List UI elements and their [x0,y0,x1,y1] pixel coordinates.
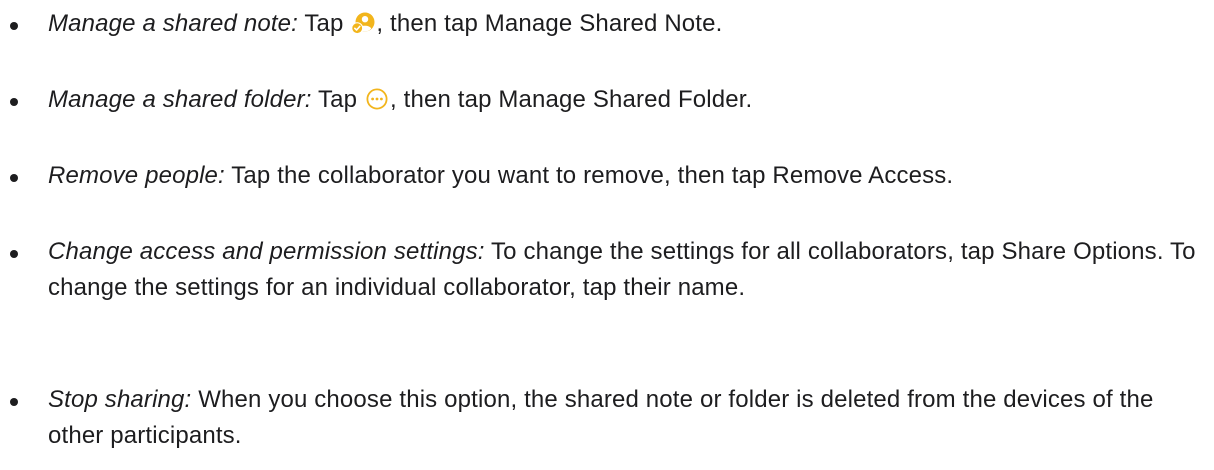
shared-note-collaboration-icon [351,11,375,35]
list-item-body: When you choose this option, the shared … [48,386,1154,449]
list-item-text: Stop sharing: When you choose this optio… [48,382,1208,454]
list-item-body-before: Tap [318,86,358,113]
list-item-text: Remove people: Tap the collaborator you … [48,158,1206,194]
bullet-dot [10,398,18,406]
list-item-text: Manage a shared folder: Tap , then tap M… [48,82,1206,118]
list-item-body-after: , then tap Manage Shared Folder. [390,86,753,113]
bullet-dot [10,174,18,182]
list-item-term: Change access and permission settings: [48,238,485,265]
list-item-manage-shared-note: Manage a shared note: Tap , then tap Man… [0,4,1214,44]
list-item-term: Manage a shared note: [48,10,298,37]
list-item-text: Manage a shared note: Tap , then tap Man… [48,6,1206,42]
help-document: Manage a shared note: Tap , then tap Man… [0,0,1214,470]
list-item-body-after: , then tap Manage Shared Note. [376,10,723,37]
bullet-dot [10,22,18,30]
list-item-body: Tap the collaborator you want to remove,… [231,162,954,189]
list-item-term: Remove people: [48,162,225,189]
bullet-dot [10,98,18,106]
list-item-term: Stop sharing: [48,386,192,413]
list-item-stop-sharing: Stop sharing: When you choose this optio… [0,380,1214,460]
bullet-dot [10,250,18,258]
list-item-change-access-settings: Change access and permission settings: T… [0,232,1214,344]
more-ellipsis-circle-icon [365,87,389,111]
list-item-term: Manage a shared folder: [48,86,312,113]
list-item-manage-shared-folder: Manage a shared folder: Tap , then tap M… [0,80,1214,120]
list-item-remove-people: Remove people: Tap the collaborator you … [0,156,1214,196]
list-item-text: Change access and permission settings: T… [48,234,1208,306]
list-item-body-before: Tap [304,10,344,37]
